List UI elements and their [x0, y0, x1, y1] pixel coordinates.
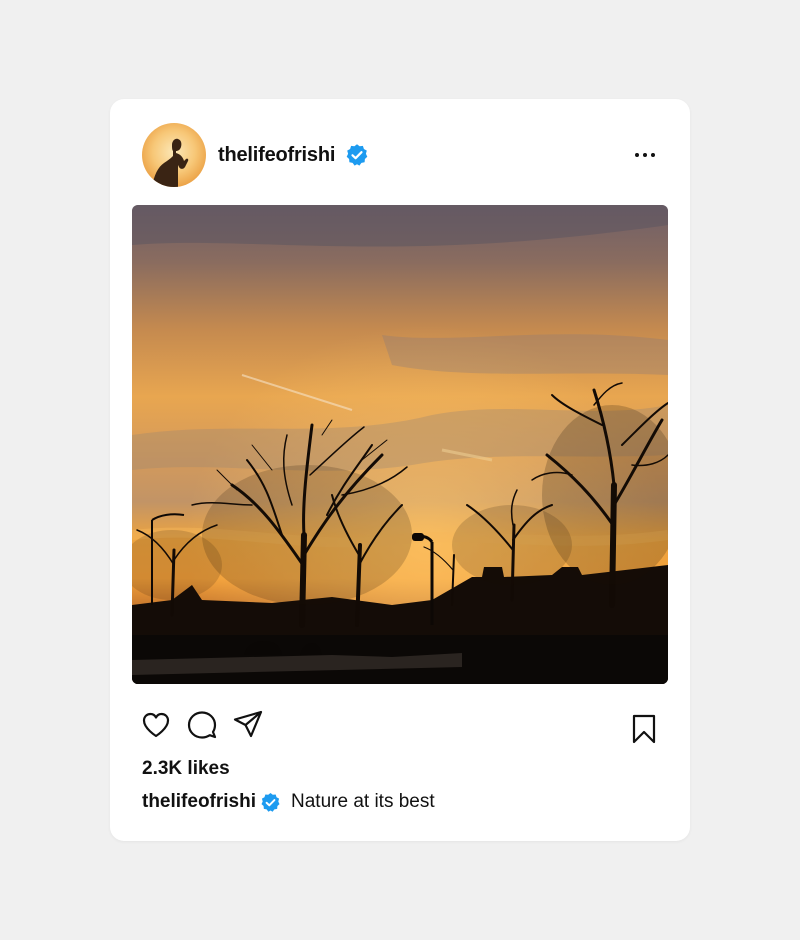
- post-card: thelifeofrishi 2.3K likes thelifeofrishi…: [110, 99, 690, 841]
- post-header: thelifeofrishi: [142, 123, 658, 187]
- caption-username[interactable]: thelifeofrishi: [142, 791, 256, 813]
- user-avatar[interactable]: [142, 123, 206, 187]
- more-options-icon[interactable]: [632, 142, 658, 168]
- post-username[interactable]: thelifeofrishi: [218, 144, 335, 167]
- post-actions: [140, 709, 660, 745]
- caption-text: Nature at its best: [291, 791, 435, 812]
- post-image[interactable]: [132, 205, 668, 684]
- likes-count[interactable]: 2.3K likes: [142, 758, 230, 780]
- post-caption: thelifeofrishi Nature at its best: [142, 791, 435, 813]
- heart-icon[interactable]: [140, 709, 172, 741]
- verified-badge-icon: [260, 792, 281, 813]
- send-icon[interactable]: [232, 709, 264, 741]
- bookmark-icon[interactable]: [628, 713, 660, 745]
- comment-icon[interactable]: [186, 709, 218, 741]
- verified-badge-icon: [345, 143, 369, 167]
